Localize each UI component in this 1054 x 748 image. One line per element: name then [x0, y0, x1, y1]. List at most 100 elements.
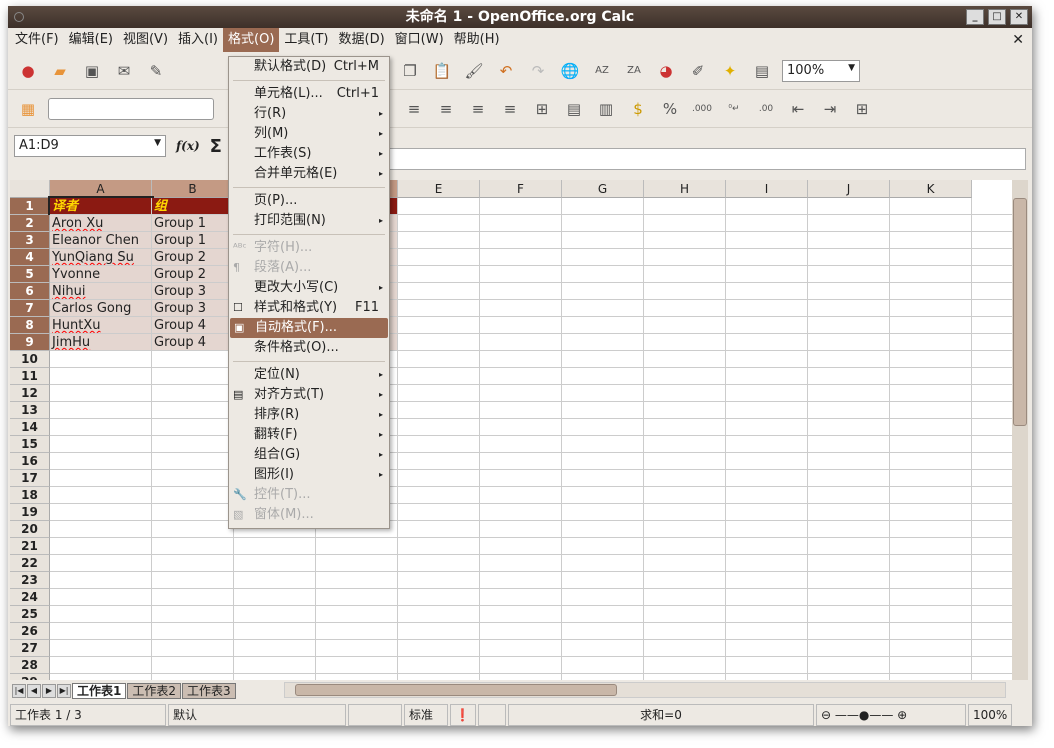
cell[interactable]: [890, 419, 972, 436]
format-menu-item[interactable]: 翻转(F) ▸: [229, 425, 389, 445]
close-button[interactable]: ✕: [1010, 9, 1028, 25]
row-header-18[interactable]: 18: [10, 487, 50, 504]
cell[interactable]: [234, 674, 316, 680]
cell[interactable]: [480, 504, 562, 521]
sort-descending-icon[interactable]: ZA: [622, 59, 646, 83]
row-header-16[interactable]: 16: [10, 453, 50, 470]
cell[interactable]: [644, 300, 726, 317]
paste-icon[interactable]: 📋: [430, 59, 454, 83]
cell[interactable]: [808, 249, 890, 266]
sheet-tab-3[interactable]: 工作表3: [182, 683, 236, 699]
cell[interactable]: Group 1: [152, 232, 234, 249]
cell[interactable]: [726, 351, 808, 368]
cell[interactable]: [50, 436, 152, 453]
cell[interactable]: [972, 640, 1012, 657]
cell[interactable]: [398, 266, 480, 283]
row-header-10[interactable]: 10: [10, 351, 50, 368]
cell[interactable]: [480, 623, 562, 640]
cell[interactable]: [152, 555, 234, 572]
cell[interactable]: [398, 215, 480, 232]
cell[interactable]: [808, 572, 890, 589]
cell[interactable]: [480, 436, 562, 453]
cell[interactable]: Nihui: [50, 283, 152, 300]
cell[interactable]: [316, 674, 398, 680]
cell[interactable]: [480, 487, 562, 504]
cell[interactable]: [316, 555, 398, 572]
cell[interactable]: [644, 674, 726, 680]
cell[interactable]: [398, 606, 480, 623]
cell[interactable]: Group 3: [152, 300, 234, 317]
cell[interactable]: [890, 317, 972, 334]
cell[interactable]: [726, 317, 808, 334]
cell[interactable]: [480, 572, 562, 589]
row-header-9[interactable]: 9: [10, 334, 50, 351]
cell[interactable]: [50, 385, 152, 402]
cell[interactable]: [398, 453, 480, 470]
cell[interactable]: [726, 504, 808, 521]
cell[interactable]: [726, 232, 808, 249]
cell[interactable]: [890, 300, 972, 317]
cell[interactable]: [398, 385, 480, 402]
cell[interactable]: [808, 317, 890, 334]
sum-icon[interactable]: Σ: [210, 136, 222, 157]
copy-icon[interactable]: ❐: [398, 59, 422, 83]
merge-cells-icon[interactable]: ⊞: [530, 97, 554, 121]
cell[interactable]: [152, 368, 234, 385]
cell[interactable]: [890, 657, 972, 674]
row-header-29[interactable]: 29: [10, 674, 50, 680]
cell[interactable]: [972, 453, 1012, 470]
cell[interactable]: Yvonne: [50, 266, 152, 283]
cell[interactable]: [316, 589, 398, 606]
cell[interactable]: [726, 589, 808, 606]
cell[interactable]: [808, 334, 890, 351]
cell[interactable]: [562, 334, 644, 351]
column-header-J[interactable]: J: [808, 180, 890, 198]
cell[interactable]: [808, 657, 890, 674]
cell[interactable]: [644, 402, 726, 419]
cell[interactable]: [726, 606, 808, 623]
cell[interactable]: [644, 198, 726, 215]
cell[interactable]: [726, 249, 808, 266]
sort-ascending-icon[interactable]: AZ: [590, 59, 614, 83]
cell[interactable]: 译者: [48, 196, 154, 217]
cell[interactable]: [480, 300, 562, 317]
column-header-H[interactable]: H: [644, 180, 726, 198]
cell[interactable]: Eleanor Chen: [50, 232, 152, 249]
cell[interactable]: [890, 606, 972, 623]
cell[interactable]: [152, 504, 234, 521]
cell[interactable]: [152, 453, 234, 470]
cell[interactable]: [398, 317, 480, 334]
cell[interactable]: [972, 215, 1012, 232]
cell[interactable]: [316, 657, 398, 674]
row-header-2[interactable]: 2: [10, 215, 50, 232]
cell[interactable]: [316, 572, 398, 589]
row-header-24[interactable]: 24: [10, 589, 50, 606]
cell[interactable]: [398, 572, 480, 589]
cell[interactable]: [890, 504, 972, 521]
cell[interactable]: [152, 657, 234, 674]
cell[interactable]: [398, 419, 480, 436]
save-icon[interactable]: ▣: [80, 59, 104, 83]
font-name-input[interactable]: [48, 97, 214, 120]
column-header-I[interactable]: I: [726, 180, 808, 198]
cell[interactable]: [480, 249, 562, 266]
cell[interactable]: [50, 640, 152, 657]
cell[interactable]: [890, 334, 972, 351]
cell[interactable]: [808, 215, 890, 232]
close-document-icon[interactable]: ✕: [1012, 32, 1024, 48]
cell[interactable]: [562, 317, 644, 334]
cell[interactable]: [152, 674, 234, 680]
row-header-6[interactable]: 6: [10, 283, 50, 300]
cell[interactable]: [972, 198, 1012, 215]
cell[interactable]: [152, 419, 234, 436]
undo-icon[interactable]: ↶: [494, 59, 518, 83]
cell[interactable]: 组: [152, 198, 234, 215]
cell[interactable]: [50, 572, 152, 589]
cell[interactable]: [398, 674, 480, 680]
cell[interactable]: [562, 657, 644, 674]
cell[interactable]: [398, 283, 480, 300]
cell[interactable]: [890, 538, 972, 555]
cell[interactable]: [480, 368, 562, 385]
cell[interactable]: [890, 283, 972, 300]
cell[interactable]: [562, 232, 644, 249]
